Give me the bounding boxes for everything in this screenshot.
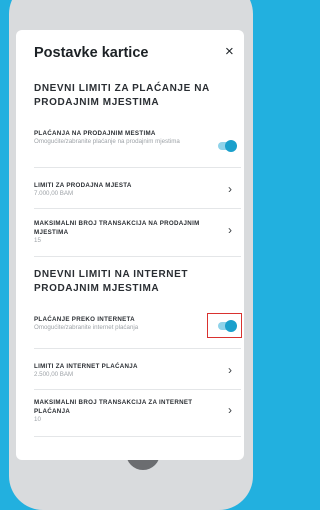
toggle-knob bbox=[225, 140, 237, 152]
divider bbox=[34, 389, 241, 390]
list-item-pos-payments: PLAĆANJA NA PRODAJNIM MESTIMA Omogućite/… bbox=[34, 129, 239, 146]
divider bbox=[34, 436, 241, 437]
pos-max-transactions-value: 15 bbox=[34, 237, 41, 244]
pos-max-transactions-title: MAKSIMALNI BROJ TRANSAKCIJA NA PRODAJNIM… bbox=[34, 220, 200, 236]
internet-payments-title: PLAĆANJE PREKO INTERNETA bbox=[34, 316, 135, 323]
divider bbox=[34, 208, 241, 209]
internet-limits-value: 2.500,00 BAM bbox=[34, 371, 74, 378]
internet-max-transactions-value: 10 bbox=[34, 416, 41, 423]
page-title: Postavke kartice bbox=[34, 45, 149, 61]
divider bbox=[34, 348, 241, 349]
internet-limits-title: LIMITI ZA INTERNET PLAĆANJA bbox=[34, 363, 138, 370]
pos-payments-toggle[interactable] bbox=[218, 140, 237, 152]
list-item-internet-max-transactions[interactable]: MAKSIMALNI BROJ TRANSAKCIJA ZA INTERNET … bbox=[34, 398, 239, 424]
list-item-pos-limits[interactable]: LIMITI ZA PRODAJNA MJESTA 7.000,00 BAM bbox=[34, 181, 239, 198]
pos-payments-subtitle: Omogućite/zabranite plaćanje na prodajni… bbox=[34, 138, 180, 145]
pos-limits-value: 7.000,00 BAM bbox=[34, 190, 74, 197]
list-item-internet-limits[interactable]: LIMITI ZA INTERNET PLAĆANJA 2.500,00 BAM bbox=[34, 362, 239, 379]
chevron-right-icon[interactable]: › bbox=[228, 183, 232, 195]
pos-limits-title: LIMITI ZA PRODAJNA MJESTA bbox=[34, 182, 132, 189]
internet-payments-subtitle: Omogućite/zabranite internet plaćanja bbox=[34, 324, 139, 331]
card-settings-panel: Postavke kartice × DNEVNI LIMITI ZA PLAĆ… bbox=[16, 30, 244, 460]
chevron-right-icon[interactable]: › bbox=[228, 364, 232, 376]
pos-payments-title: PLAĆANJA NA PRODAJNIM MESTIMA bbox=[34, 130, 156, 137]
section-title-internet-limits: DNEVNI LIMITI NA INTERNET PRODAJNIM MJES… bbox=[34, 269, 189, 294]
chevron-right-icon[interactable]: › bbox=[228, 224, 232, 236]
list-item-pos-max-transactions[interactable]: MAKSIMALNI BROJ TRANSAKCIJA NA PRODAJNIM… bbox=[34, 219, 239, 245]
divider bbox=[34, 167, 241, 168]
internet-max-transactions-title: MAKSIMALNI BROJ TRANSAKCIJA ZA INTERNET … bbox=[34, 399, 193, 415]
highlight-box bbox=[207, 313, 242, 338]
chevron-right-icon[interactable]: › bbox=[228, 404, 232, 416]
close-icon[interactable]: × bbox=[225, 44, 234, 59]
divider bbox=[34, 256, 241, 257]
section-title-pos-limits: DNEVNI LIMITI ZA PLAĆANJE NA PRODAJNIM M… bbox=[34, 83, 210, 108]
